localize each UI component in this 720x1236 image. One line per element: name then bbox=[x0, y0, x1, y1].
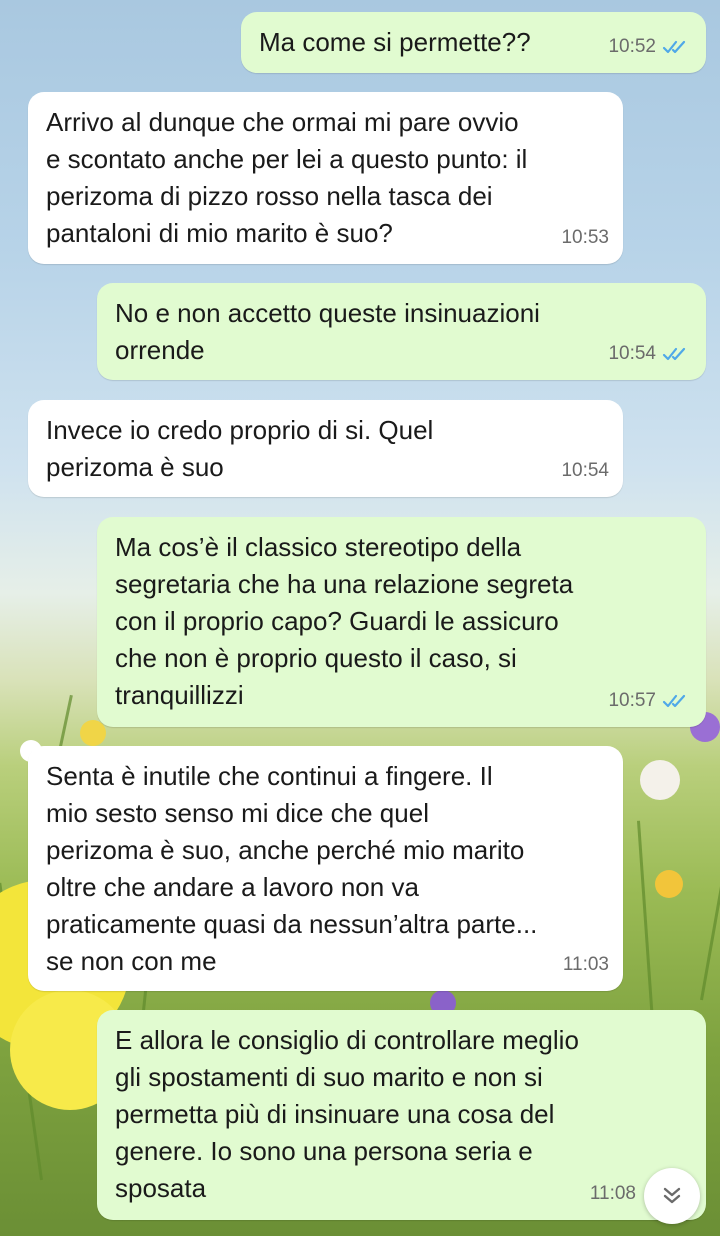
message-incoming[interactable]: Invece io credo proprio di si. Quel peri… bbox=[28, 400, 623, 497]
message-meta: 10:54 bbox=[561, 452, 609, 489]
message-meta: 10:53 bbox=[561, 219, 609, 256]
message-meta: 10:57 bbox=[608, 682, 692, 719]
message-meta: 11:03 bbox=[563, 946, 609, 983]
message-text: Arrivo al dunque che ormai mi pare ovvio… bbox=[46, 107, 528, 248]
double-check-icon bbox=[662, 694, 686, 707]
message-outgoing[interactable]: Ma cos’è il classico stereotipo della se… bbox=[97, 517, 706, 727]
scroll-to-bottom-button[interactable] bbox=[644, 1168, 700, 1224]
double-check-icon bbox=[662, 347, 686, 360]
message-time: 10:52 bbox=[608, 36, 656, 57]
double-chevron-down-icon bbox=[663, 1187, 681, 1204]
message-text: No e non accetto queste insinuazioni orr… bbox=[115, 298, 540, 365]
message-outgoing[interactable]: No e non accetto queste insinuazioni orr… bbox=[97, 283, 706, 380]
message-outgoing[interactable]: E allora le consiglio di controllare meg… bbox=[97, 1010, 706, 1220]
message-time: 10:57 bbox=[608, 690, 656, 711]
message-text: Invece io credo proprio di si. Quel peri… bbox=[46, 415, 434, 482]
message-meta: 10:52 bbox=[608, 28, 692, 65]
double-check-icon bbox=[662, 40, 686, 53]
message-time: 11:03 bbox=[562, 954, 609, 975]
message-meta: 11:08 bbox=[590, 1175, 636, 1212]
message-time: 11:08 bbox=[589, 1183, 636, 1204]
message-text: Senta è inutile che continui a fingere. … bbox=[46, 761, 538, 976]
message-time: 10:54 bbox=[608, 343, 656, 364]
message-text: Ma cos’è il classico stereotipo della se… bbox=[115, 532, 574, 710]
message-time: 10:53 bbox=[561, 227, 609, 248]
message-list[interactable]: Ma come si permette?? 10:52 Arrivo al du… bbox=[0, 0, 720, 1236]
message-outgoing[interactable]: Ma come si permette?? 10:52 bbox=[241, 12, 706, 73]
message-incoming[interactable]: Senta è inutile che continui a fingere. … bbox=[28, 746, 623, 991]
message-time: 10:54 bbox=[561, 460, 609, 481]
message-meta: 10:54 bbox=[608, 335, 692, 372]
message-text: Ma come si permette?? bbox=[259, 27, 531, 57]
message-incoming[interactable]: Arrivo al dunque che ormai mi pare ovvio… bbox=[28, 92, 623, 264]
